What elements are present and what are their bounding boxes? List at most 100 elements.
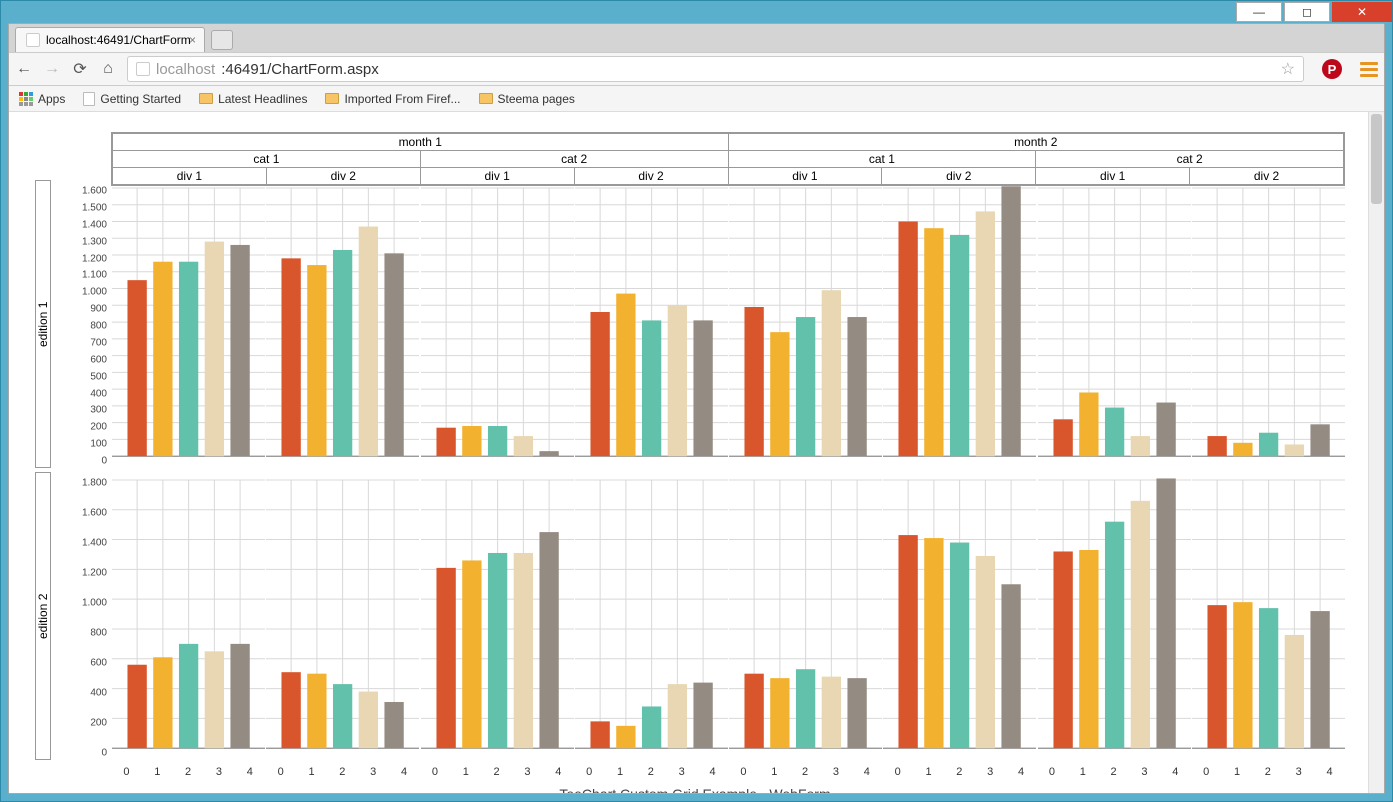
x-tick-label: 4 — [401, 766, 407, 778]
pinterest-extension-icon[interactable]: P — [1322, 59, 1342, 79]
bar — [307, 674, 326, 749]
tab-favicon — [26, 33, 40, 47]
bar — [1310, 424, 1329, 456]
bar — [976, 211, 995, 456]
x-tick-group: 01234 — [1037, 766, 1191, 778]
x-tick-label: 2 — [956, 766, 962, 778]
x-tick-label: 0 — [432, 766, 438, 778]
bar — [1233, 602, 1252, 748]
bar — [744, 307, 763, 456]
bar — [1207, 436, 1226, 456]
y-tick-label: 200 — [90, 718, 107, 729]
bar — [1002, 186, 1021, 456]
x-tick-group: 01234 — [728, 766, 882, 778]
bar — [513, 436, 532, 456]
x-tick-label: 2 — [185, 766, 191, 778]
vertical-scrollbar[interactable] — [1368, 112, 1384, 793]
header-edition: edition 1 — [35, 180, 51, 468]
folder-icon — [479, 93, 493, 104]
x-tick-label: 3 — [1141, 766, 1147, 778]
bookmark-label: Latest Headlines — [218, 92, 307, 106]
forward-button[interactable]: → — [43, 60, 61, 78]
bar — [642, 320, 661, 456]
x-tick-label: 1 — [771, 766, 777, 778]
x-tick-label: 3 — [833, 766, 839, 778]
x-tick-label: 1 — [925, 766, 931, 778]
x-tick-group: 01234 — [1191, 766, 1345, 778]
x-tick-label: 2 — [648, 766, 654, 778]
folder-icon — [199, 93, 213, 104]
window-close-button[interactable]: ✕ — [1332, 2, 1392, 22]
tab-close-icon[interactable]: × — [189, 33, 196, 47]
bar — [1053, 551, 1072, 748]
browser-tab[interactable]: localhost:46491/ChartForm × — [15, 27, 205, 52]
back-button[interactable]: ← — [15, 60, 33, 78]
x-tick-label: 0 — [278, 766, 284, 778]
bookmark-item[interactable]: Steema pages — [479, 92, 575, 106]
chart-panel — [728, 180, 882, 468]
bar — [1284, 444, 1303, 456]
bar — [822, 290, 841, 456]
bar — [924, 538, 943, 748]
bar — [1079, 550, 1098, 748]
x-tick-label: 3 — [370, 766, 376, 778]
browser-frame: localhost:46491/ChartForm × ← → ⟳ ⌂ loca… — [8, 23, 1385, 794]
menu-button[interactable] — [1360, 62, 1378, 77]
os-window: — ◻ ✕ localhost:46491/ChartForm × ← → ⟳ … — [0, 0, 1393, 802]
x-tick-label: 2 — [802, 766, 808, 778]
bookmark-item[interactable]: Latest Headlines — [199, 92, 307, 106]
x-tick-group: 01234 — [882, 766, 1036, 778]
header-cat: cat 1 — [113, 151, 421, 168]
x-tick-label: 1 — [463, 766, 469, 778]
bar — [770, 678, 789, 748]
chart-panel — [111, 180, 265, 468]
x-tick-label: 2 — [494, 766, 500, 778]
x-tick-label: 1 — [154, 766, 160, 778]
chart-column-headers: month 1 month 2 cat 1 cat 2 cat 1 cat 2 … — [111, 132, 1345, 186]
bar — [950, 543, 969, 749]
bar — [847, 317, 866, 456]
bar — [1079, 392, 1098, 456]
chart-panel — [1037, 180, 1191, 468]
apps-shortcut[interactable]: Apps — [19, 92, 65, 106]
bar — [770, 332, 789, 456]
scrollbar-thumb[interactable] — [1371, 114, 1382, 204]
bar — [796, 317, 815, 456]
chart-panels: 1.6001.5001.4001.3001.2001.1001.00090080… — [73, 180, 1345, 760]
x-tick-label: 4 — [709, 766, 715, 778]
bar — [1259, 608, 1278, 748]
new-tab-button[interactable] — [211, 30, 233, 50]
apps-icon — [19, 92, 33, 106]
bookmark-star-icon[interactable]: ☆ — [1281, 59, 1295, 79]
y-tick-label: 600 — [90, 658, 107, 669]
x-tick-label: 2 — [339, 766, 345, 778]
bar — [796, 669, 815, 748]
bar — [230, 245, 249, 456]
window-maximize-button[interactable]: ◻ — [1284, 2, 1330, 22]
page-viewport: month 1 month 2 cat 1 cat 2 cat 1 cat 2 … — [9, 112, 1384, 793]
x-tick-label: 4 — [555, 766, 561, 778]
bar — [487, 426, 506, 456]
bar — [1104, 522, 1123, 749]
chart-panel — [574, 180, 728, 468]
bar — [385, 702, 404, 748]
y-tick-label: 1.200 — [82, 568, 107, 579]
y-tick-label: 700 — [90, 337, 107, 348]
x-tick-label: 0 — [586, 766, 592, 778]
window-minimize-button[interactable]: — — [1236, 2, 1282, 22]
y-tick-label: 400 — [90, 688, 107, 699]
bar — [1310, 611, 1329, 748]
reload-button[interactable]: ⟳ — [71, 60, 89, 78]
home-button[interactable]: ⌂ — [99, 60, 117, 78]
address-bar[interactable]: localhost:46491/ChartForm.aspx ☆ — [127, 56, 1304, 82]
bookmark-item[interactable]: Imported From Firef... — [325, 92, 460, 106]
bar — [179, 262, 198, 456]
x-tick-group: 01234 — [111, 766, 265, 778]
x-tick-group: 01234 — [265, 766, 419, 778]
bar — [667, 305, 686, 456]
y-tick-label: 1.000 — [82, 598, 107, 609]
bookmark-item[interactable]: Getting Started — [83, 92, 181, 106]
bar — [1207, 605, 1226, 748]
x-tick-label: 0 — [740, 766, 746, 778]
bar — [693, 320, 712, 456]
